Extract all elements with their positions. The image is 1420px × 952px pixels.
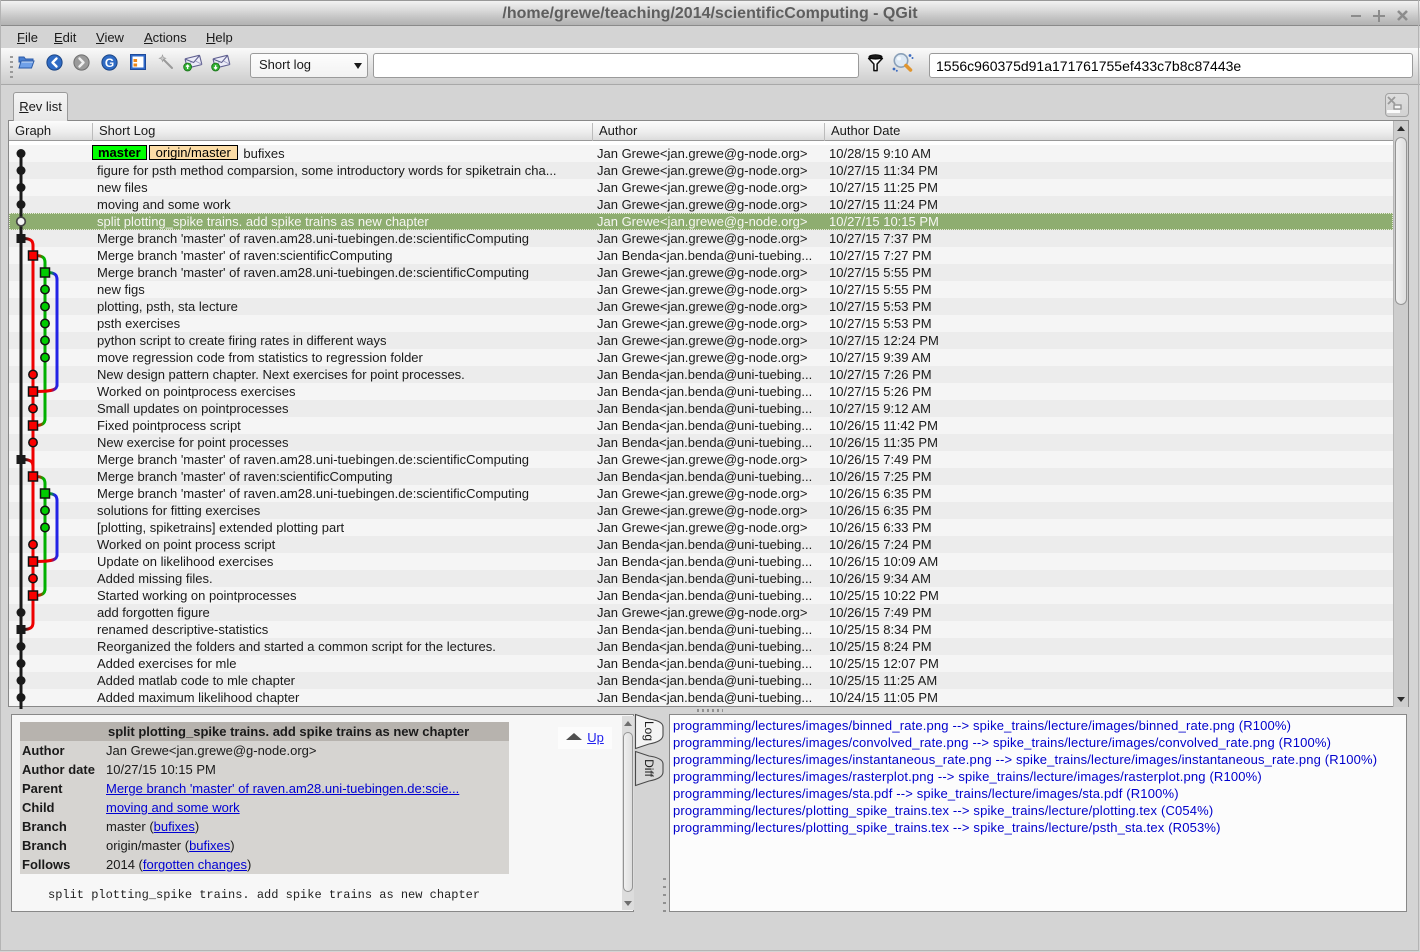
svg-text:G: G	[105, 56, 114, 70]
